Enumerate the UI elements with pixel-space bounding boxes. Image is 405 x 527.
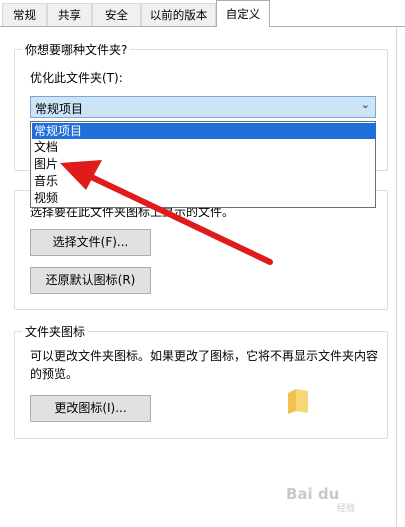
folder-icon-group-title: 文件夹图标 xyxy=(22,323,89,340)
optimize-folder-dropdown: 常规项目 文档 图片 音乐 视频 xyxy=(30,121,376,208)
choose-file-button[interactable]: 选择文件(F)... xyxy=(30,229,151,256)
baidu-watermark: Bai du xyxy=(286,485,340,503)
option-general-items[interactable]: 常规项目 xyxy=(32,123,376,139)
option-videos[interactable]: 视频 xyxy=(32,190,376,206)
change-icon-button[interactable]: 更改图标(I)... xyxy=(30,395,151,422)
tab-security[interactable]: 安全 xyxy=(92,3,141,26)
tab-sharing[interactable]: 共享 xyxy=(47,3,92,26)
optimize-label: 优化此文件夹(T): xyxy=(30,71,123,85)
tab-customize[interactable]: 自定义 xyxy=(216,0,270,27)
folder-type-group-title: 你想要哪种文件夹? xyxy=(22,41,131,58)
chevron-down-icon[interactable]: ⌄ xyxy=(361,98,370,111)
folder-icon xyxy=(288,389,308,414)
tab-general[interactable]: 常规 xyxy=(2,3,47,26)
baidu-watermark-sub: 经验 xyxy=(337,504,356,514)
option-documents[interactable]: 文档 xyxy=(32,139,376,155)
restore-default-icon-button[interactable]: 还原默认图标(R) xyxy=(30,267,151,294)
tab-divider xyxy=(0,26,405,27)
option-pictures[interactable]: 图片 xyxy=(32,156,376,172)
option-music[interactable]: 音乐 xyxy=(32,173,376,189)
tab-strip: 常规 共享 安全 以前的版本 自定义 xyxy=(0,0,405,27)
optimize-folder-value: 常规项目 xyxy=(35,102,84,116)
optimize-folder-select[interactable]: 常规项目 ⌄ xyxy=(30,96,376,118)
tab-previous-versions[interactable]: 以前的版本 xyxy=(141,3,216,26)
folder-icon-description: 可以更改文件夹图标。如果更改了图标，它将不再显示文件夹内容的预览。 xyxy=(30,349,379,381)
